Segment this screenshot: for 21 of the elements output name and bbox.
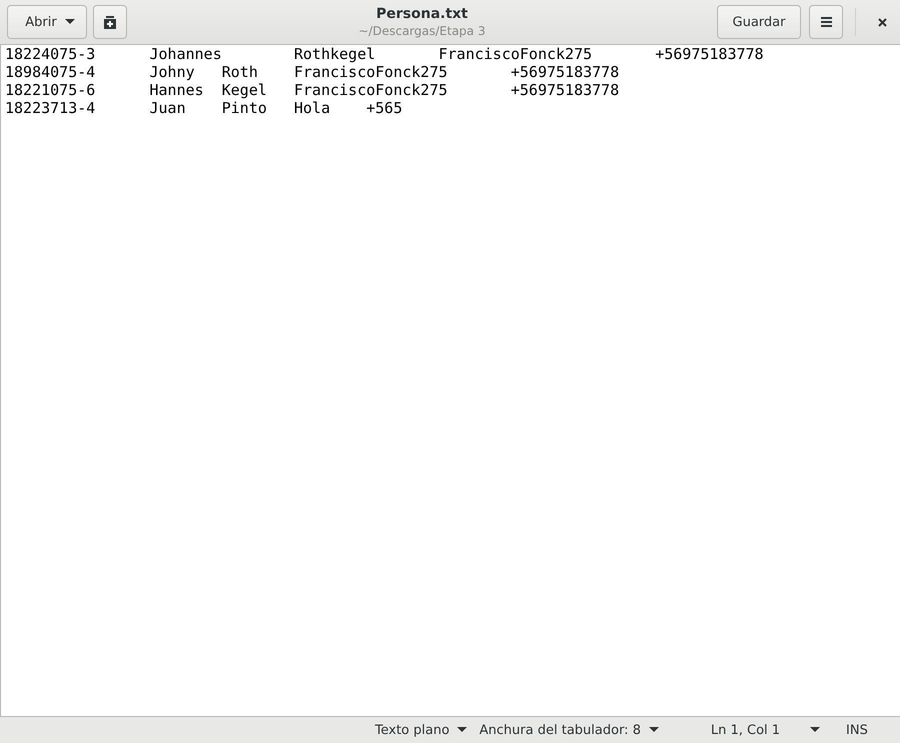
close-icon <box>878 18 886 26</box>
position-dropdown[interactable]: Ln 1, Col 1 <box>710 722 820 738</box>
menu-icon <box>820 17 832 27</box>
file-path: ~/Descargas/Etapa 3 <box>358 24 486 38</box>
menu-button[interactable] <box>809 5 843 39</box>
text-line: 18221075-6 Hannes Kegel FranciscoFonck275 +56975183778 <box>5 81 620 99</box>
caret-icon <box>810 727 820 733</box>
caret-icon <box>64 19 75 25</box>
open-button[interactable]: Abrir <box>7 5 87 39</box>
new-document-button[interactable] <box>93 5 127 39</box>
text-line: 18224075-3 Johannes Rothkegel FranciscoFonck275 +56975183778 <box>5 45 764 63</box>
caret-icon <box>648 727 659 733</box>
text-line: 18223713-4 Juan Pinto Hola +565 <box>5 99 402 117</box>
new-tab-icon <box>103 16 117 28</box>
language-dropdown[interactable]: Texto plano <box>375 722 468 738</box>
insert-mode: INS <box>846 722 868 738</box>
tab-width-dropdown[interactable]: Anchura del tabulador: 8 <box>479 722 659 738</box>
text-line: 18984075-4 Johny Roth FranciscoFonck275 +56975183778 <box>5 63 620 81</box>
caret-icon <box>457 727 468 733</box>
window-title: Persona.txt <box>376 6 468 22</box>
save-button[interactable]: Guardar <box>717 5 801 39</box>
